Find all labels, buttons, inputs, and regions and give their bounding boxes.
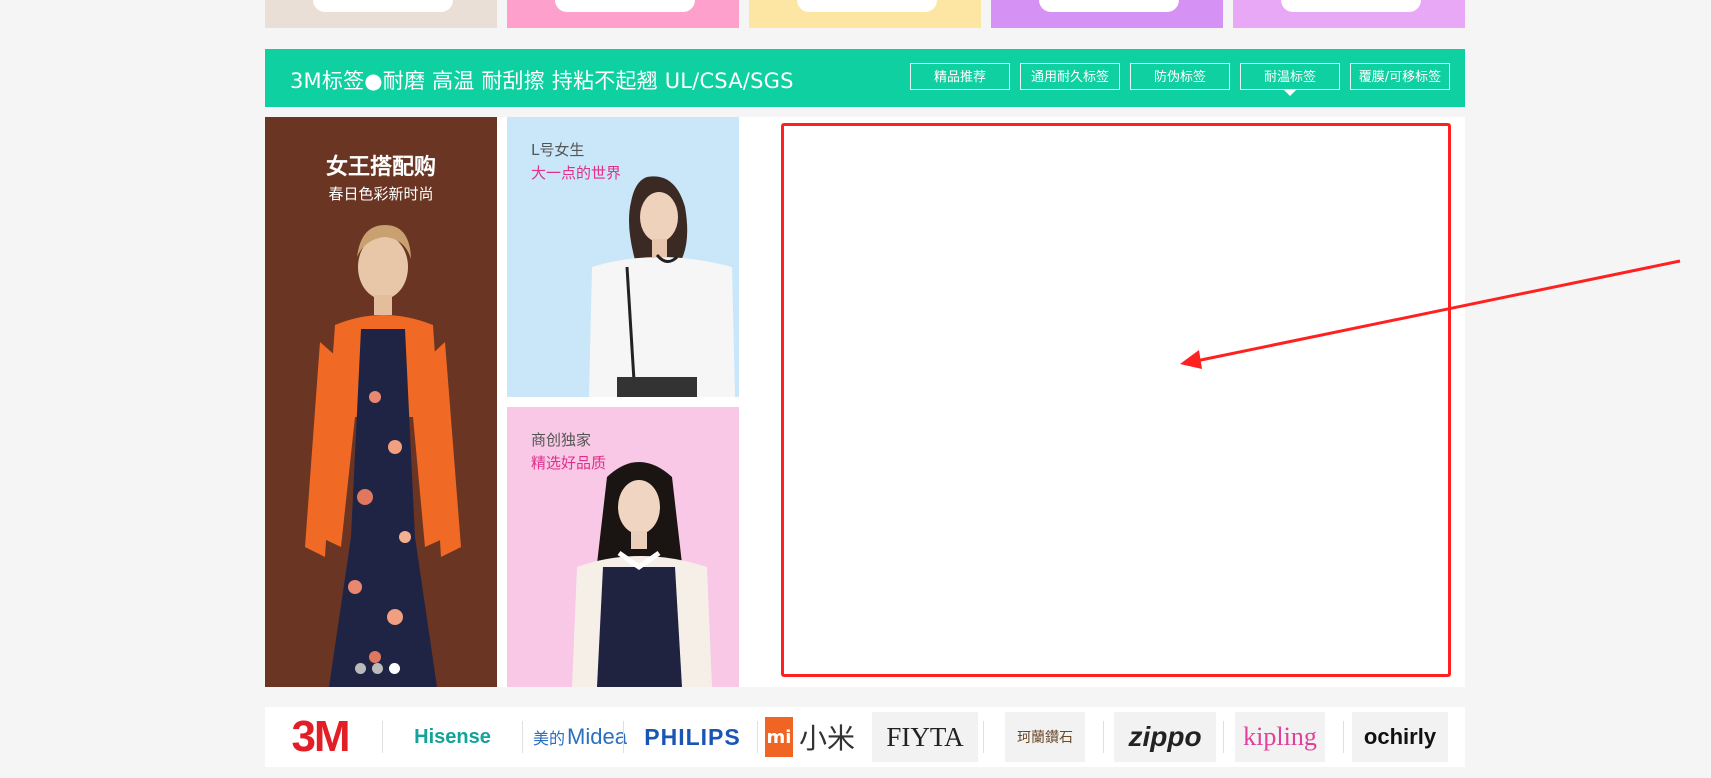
brand-ochirly[interactable]: ochirly	[1350, 707, 1450, 767]
brand-kipling[interactable]: kipling	[1230, 707, 1330, 767]
divider	[522, 721, 523, 753]
divider	[623, 721, 624, 753]
tile-pill	[797, 0, 937, 12]
tab-durable-labels[interactable]: 通用耐久标签	[1020, 63, 1120, 90]
brand-philips[interactable]: PHILIPS	[635, 707, 750, 767]
tab-anti-counterfeit[interactable]: 防伪标签	[1130, 63, 1230, 90]
brand-fiyta[interactable]: FIYTA	[872, 707, 978, 767]
section-title: 3M标签●耐磨 高温 耐刮擦 持粘不起翘 UL/CSA/SGS	[290, 69, 794, 93]
brand-3m[interactable]: 3M	[275, 707, 365, 767]
tab-featured[interactable]: 精品推荐	[910, 63, 1010, 90]
brand-strip: 3M Hisense 美的Midea PHILIPS mi 小米 FIYTA 珂…	[265, 707, 1465, 767]
category-tile[interactable]	[265, 0, 497, 28]
tile-pill	[1039, 0, 1179, 12]
category-tile[interactable]	[991, 0, 1223, 28]
brand-label: 美的Midea	[533, 724, 627, 749]
brand-label: zippo	[1114, 712, 1216, 762]
mi-logo-icon: mi	[764, 717, 793, 757]
tab-laminated-removable[interactable]: 覆膜/可移标签	[1350, 63, 1450, 90]
carousel-dot[interactable]	[355, 663, 366, 674]
model-illustration	[572, 462, 712, 687]
content-area: 女王搭配购 春日色彩新时尚 L号女生 大一点的世界 商创独家 精选好品质	[265, 117, 1465, 687]
brand-zippo[interactable]: zippo	[1114, 707, 1216, 767]
divider	[1223, 721, 1224, 753]
promo-card-large-size[interactable]: L号女生 大一点的世界	[507, 117, 739, 397]
brand-label: FIYTA	[872, 712, 978, 762]
divider	[1103, 721, 1104, 753]
brand-xiaomi[interactable]: mi 小米	[760, 707, 860, 767]
brand-label: 珂蘭鑽石	[1005, 712, 1085, 762]
carousel-dot-active[interactable]	[389, 663, 400, 674]
divider	[757, 721, 758, 753]
brand-label: kipling	[1235, 712, 1325, 762]
brand-hisense[interactable]: Hisense	[395, 707, 510, 767]
section-header: 3M标签●耐磨 高温 耐刮擦 持粘不起翘 UL/CSA/SGS 精品推荐 通用耐…	[265, 49, 1465, 107]
brand-label: Hisense	[414, 725, 491, 748]
divider	[983, 721, 984, 753]
category-tile[interactable]	[507, 0, 739, 28]
brand-label: 小米	[798, 722, 855, 755]
brand-label: 3M	[291, 712, 350, 761]
brand-midea[interactable]: 美的Midea	[525, 707, 635, 767]
top-category-tiles	[265, 0, 1465, 28]
divider	[1343, 721, 1344, 753]
carousel-dots	[355, 663, 415, 677]
category-tile[interactable]	[1233, 0, 1465, 28]
tab-heat-resistant[interactable]: 耐温标签	[1240, 63, 1340, 96]
brand-zbird-diamond[interactable]: 珂蘭鑽石	[995, 707, 1095, 767]
brand-label: PHILIPS	[644, 723, 741, 750]
tile-pill	[1281, 0, 1421, 12]
highlighted-empty-region	[781, 123, 1451, 677]
divider	[382, 721, 383, 753]
model-illustration	[305, 225, 461, 687]
left-banner[interactable]: 女王搭配购 春日色彩新时尚	[265, 117, 497, 687]
promo-card-exclusive[interactable]: 商创独家 精选好品质	[507, 407, 739, 687]
tile-pill	[555, 0, 695, 12]
category-tile[interactable]	[749, 0, 981, 28]
tile-pill	[313, 0, 453, 12]
model-illustration	[589, 176, 735, 397]
brand-label: ochirly	[1351, 712, 1449, 762]
page: 3M标签●耐磨 高温 耐刮擦 持粘不起翘 UL/CSA/SGS 精品推荐 通用耐…	[0, 0, 1711, 778]
carousel-dot[interactable]	[372, 663, 383, 674]
